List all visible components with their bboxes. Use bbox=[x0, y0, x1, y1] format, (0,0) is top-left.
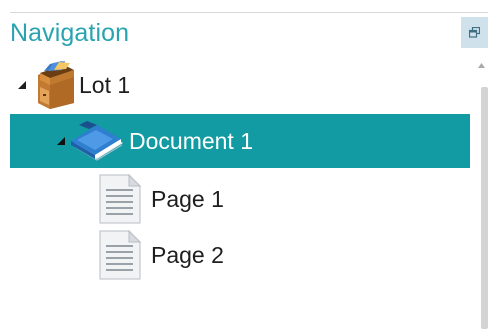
expanded-triangle-icon bbox=[57, 137, 65, 145]
tree-item-page[interactable]: Page 1 bbox=[10, 172, 470, 226]
vertical-scrollbar[interactable] bbox=[481, 87, 488, 329]
scroll-up-button[interactable] bbox=[476, 60, 486, 70]
restore-window-button[interactable] bbox=[461, 17, 488, 48]
page-icon bbox=[98, 173, 142, 225]
restore-window-icon bbox=[469, 27, 480, 38]
panel-top-divider bbox=[10, 12, 488, 13]
tree-item-label: Page 2 bbox=[151, 241, 224, 268]
tree-item-label: Lot 1 bbox=[79, 71, 131, 98]
tree-item-page[interactable]: Page 2 bbox=[10, 228, 470, 282]
file-cabinet-icon bbox=[32, 61, 78, 109]
document-expander[interactable] bbox=[56, 136, 66, 146]
book-icon bbox=[69, 119, 125, 163]
tree-item-document[interactable]: Document 1 bbox=[10, 114, 470, 168]
tree-item-lot[interactable]: Lot 1 bbox=[10, 59, 470, 111]
expanded-triangle-icon bbox=[18, 81, 26, 89]
tree-item-label: Document 1 bbox=[129, 127, 254, 154]
panel-title: Navigation bbox=[10, 19, 130, 47]
page-icon bbox=[98, 229, 142, 281]
tree-item-label: Page 1 bbox=[151, 185, 224, 212]
scroll-up-arrow-icon bbox=[477, 62, 485, 68]
lot-expander[interactable] bbox=[17, 80, 27, 90]
